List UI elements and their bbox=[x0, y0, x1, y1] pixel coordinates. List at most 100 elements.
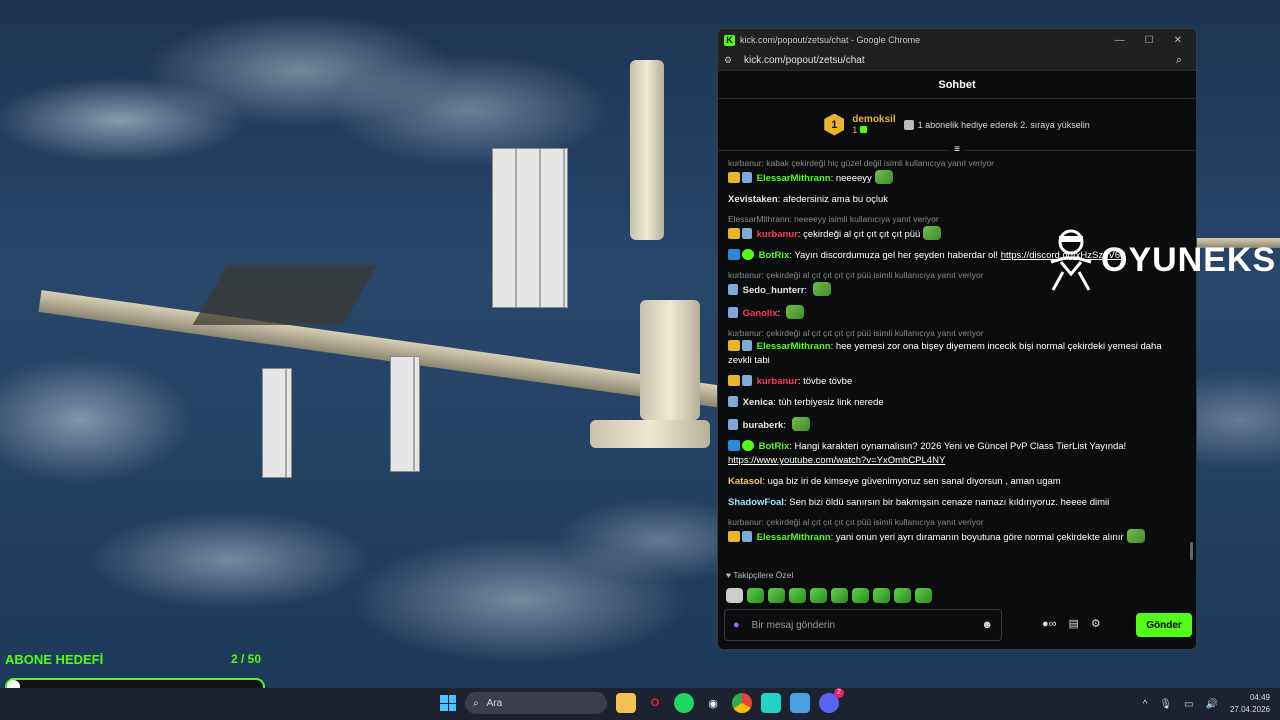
chat-message: kurbanur: çekirdeği al çıt çıt çıt çıt p… bbox=[728, 328, 1186, 368]
chat-username[interactable]: ElessarMithrann bbox=[757, 532, 831, 543]
chat-username[interactable]: kurbanur bbox=[757, 229, 798, 240]
spotify-icon[interactable] bbox=[674, 693, 694, 713]
emote-icon[interactable] bbox=[726, 588, 743, 603]
chat-message: Xenica: tüh terbiyesiz link nerede bbox=[728, 396, 1186, 410]
emote-icon[interactable] bbox=[873, 588, 890, 603]
chat-username[interactable]: ShadowFoal bbox=[728, 497, 784, 508]
emote-icon[interactable] bbox=[789, 588, 806, 603]
subscriber-badge-icon bbox=[728, 340, 740, 351]
send-button[interactable]: Gönder bbox=[1136, 613, 1192, 637]
chat-username[interactable]: BotRix bbox=[759, 441, 790, 452]
sword-badge-icon bbox=[728, 396, 738, 407]
chat-username[interactable]: kurbanur bbox=[757, 376, 798, 387]
emote-icon[interactable] bbox=[831, 588, 848, 603]
taskbar-clock[interactable]: 04:49 27.04.2026 bbox=[1230, 692, 1270, 716]
chat-text: Sen bizi öldü sanırsın bir bakmışsın cen… bbox=[789, 497, 1110, 508]
gift-box-icon bbox=[903, 119, 914, 130]
emote-icon[interactable] bbox=[852, 588, 869, 603]
site-settings-icon[interactable]: ⚙ bbox=[724, 55, 736, 66]
emoji-picker-icon[interactable]: ☻ bbox=[981, 619, 993, 631]
leader-gift-count: 1 bbox=[852, 125, 895, 135]
subscriber-badge-icon bbox=[728, 228, 740, 239]
chat-text: uga biz iri de kimseye güvenimyoruz sen … bbox=[767, 476, 1061, 487]
leader-name[interactable]: demoksil bbox=[852, 114, 895, 125]
store-icon[interactable]: ▤ bbox=[1069, 617, 1079, 630]
chat-message: Xevistaken: afedersiniz ama bu oçluk bbox=[728, 194, 889, 205]
station-module bbox=[630, 60, 664, 240]
emote-icon bbox=[1126, 529, 1145, 543]
goal-count: 2 / 50 bbox=[230, 652, 261, 666]
chat-username[interactable]: Ganolix bbox=[743, 308, 778, 319]
solar-panel bbox=[390, 356, 420, 472]
emote-icon[interactable] bbox=[810, 588, 827, 603]
window-title: kick.com/popout/zetsu/chat - Google Chro… bbox=[740, 35, 921, 45]
discord-icon[interactable]: 2 bbox=[819, 688, 844, 713]
emote-icon[interactable] bbox=[894, 588, 911, 603]
chat-link[interactable]: https://www.youtube.com/watch?v=YxOmhCPL… bbox=[728, 455, 945, 466]
maximize-icon[interactable]: ☐ bbox=[1145, 35, 1154, 46]
solar-panel bbox=[262, 368, 292, 478]
sword-badge-icon bbox=[728, 419, 738, 430]
emote-icon[interactable] bbox=[915, 588, 932, 603]
gift-icon bbox=[859, 126, 867, 133]
microphone-icon[interactable]: ● bbox=[733, 619, 740, 631]
chat-message: buraberk: bbox=[728, 417, 1186, 433]
zoom-icon[interactable]: ⌕ bbox=[1176, 54, 1190, 67]
input-placeholder[interactable]: Bir mesaj gönderin bbox=[752, 620, 835, 631]
minimize-icon[interactable]: — bbox=[1115, 35, 1125, 46]
solar-panel bbox=[492, 148, 568, 308]
taskbar-search[interactable]: ⌕ Ara bbox=[465, 692, 607, 714]
verified-badge-icon bbox=[742, 249, 754, 260]
volume-icon[interactable]: 🔊 bbox=[1206, 699, 1218, 710]
chat-message: kurbanur: çekirdeği al çıt çıt çıt çıt p… bbox=[728, 517, 1186, 545]
emote-icon bbox=[874, 170, 893, 184]
chat-text: yani onun yeri ayrı dıramanın boyutuna g… bbox=[835, 532, 1124, 543]
chat-text: tövbe tövbe bbox=[803, 376, 853, 387]
gift-leaderboard[interactable]: 1 demoksil 1 1 abonelik hediye ederek 2.… bbox=[718, 99, 1196, 156]
sword-badge-icon bbox=[742, 228, 752, 239]
obs-icon[interactable]: ◉ bbox=[703, 693, 723, 713]
sword-badge-icon bbox=[728, 284, 738, 295]
close-icon[interactable]: ✕ bbox=[1174, 35, 1182, 46]
chat-messages[interactable]: kurbanur: kabak çekirdeği hiç güzel deği… bbox=[718, 154, 1196, 564]
emote-icon bbox=[791, 417, 810, 431]
settings-gear-icon[interactable]: ⚙ bbox=[1091, 617, 1101, 630]
sword-badge-icon bbox=[742, 375, 752, 386]
chat-username[interactable]: Sedo_hunterr bbox=[743, 285, 805, 296]
tray-expand-icon[interactable]: ^ bbox=[1143, 699, 1148, 710]
chat-username[interactable]: buraberk bbox=[743, 420, 784, 431]
game-launcher-icon[interactable] bbox=[790, 693, 810, 713]
opera-icon[interactable]: O bbox=[645, 693, 665, 713]
url-text[interactable]: kick.com/popout/zetsu/chat bbox=[744, 55, 865, 66]
chat-scrollbar[interactable] bbox=[1190, 542, 1193, 560]
reply-context: kurbanur: çekirdeği al çıt çıt çıt çıt p… bbox=[728, 517, 984, 527]
chat-popup-window: K kick.com/popout/zetsu/chat - Google Ch… bbox=[717, 28, 1197, 650]
chat-text: Yayın discordumuza gel her şeyden haberd… bbox=[794, 250, 1001, 261]
oyuneks-logo: OYUNEKS bbox=[1045, 228, 1276, 292]
kick-app-icon[interactable] bbox=[761, 693, 781, 713]
emote-icon[interactable] bbox=[747, 588, 764, 603]
emote-icon bbox=[923, 226, 942, 240]
sword-badge-icon bbox=[728, 307, 738, 318]
chat-username[interactable]: BotRix bbox=[759, 250, 790, 261]
chat-username[interactable]: ElessarMithrann bbox=[757, 173, 831, 184]
message-input[interactable]: ● Bir mesaj gönderin ☻ bbox=[724, 609, 1002, 641]
chat-message: kurbanur: tövbe tövbe bbox=[728, 375, 1186, 389]
sword-badge-icon bbox=[742, 172, 752, 183]
chat-username[interactable]: ElessarMithrann bbox=[757, 341, 831, 352]
display-icon[interactable]: ▭ bbox=[1184, 699, 1193, 710]
windows-start-icon[interactable] bbox=[440, 695, 456, 711]
chrome-icon[interactable] bbox=[732, 693, 752, 713]
chat-username[interactable]: Xenica bbox=[743, 397, 774, 408]
emote-icon[interactable] bbox=[768, 588, 785, 603]
chat-username[interactable]: Xevistaken bbox=[728, 194, 778, 205]
subscriber-badge-icon bbox=[728, 172, 740, 183]
emote-icon bbox=[812, 282, 831, 296]
file-explorer-icon[interactable] bbox=[616, 693, 636, 713]
chat-username[interactable]: Katasol bbox=[728, 476, 762, 487]
subscriber-badge-icon bbox=[728, 531, 740, 542]
window-titlebar: K kick.com/popout/zetsu/chat - Google Ch… bbox=[718, 29, 1196, 51]
channel-points-icon[interactable]: ●∞ bbox=[1042, 618, 1057, 630]
microphone-tray-icon[interactable]: 🎙 bbox=[1159, 699, 1172, 710]
address-bar[interactable]: ⚙ kick.com/popout/zetsu/chat ⌕ bbox=[718, 51, 1196, 71]
